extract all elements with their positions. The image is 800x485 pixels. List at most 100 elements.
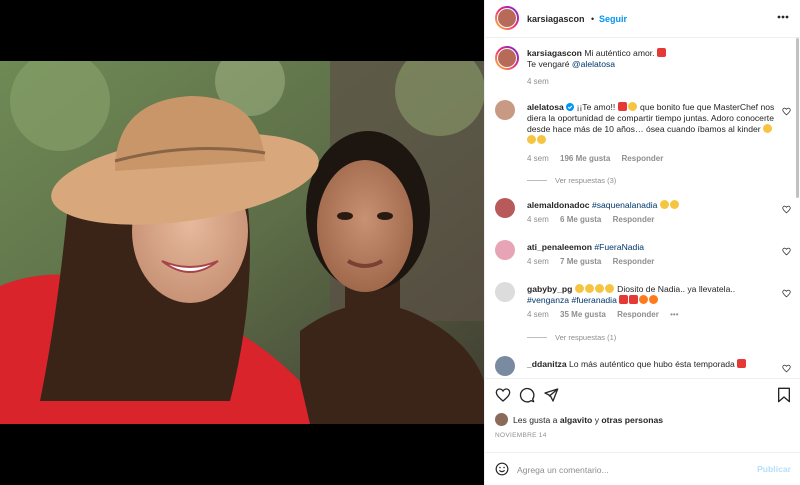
caption-time: 4 sem [527, 77, 549, 86]
comment-item: ati_penaleemon #FueraNadia 4 sem 7 Me gu… [485, 240, 800, 276]
other-likers-link[interactable]: otras personas [601, 415, 663, 425]
comment-text-a: Diosito de Nadia.. ya llevatela.. [617, 284, 736, 294]
comment-text: gabyby_pg Diosito de Nadia.. ya llevatel… [527, 284, 777, 306]
caption: karsiagascon Mi auténtico amor. Te venga… [485, 46, 800, 94]
liker-username[interactable]: algavito [560, 415, 592, 425]
view-replies-link[interactable]: Ver respuestas (1) [527, 333, 616, 342]
separator-dot: • [591, 14, 595, 24]
comment-username[interactable]: gabyby_pg [527, 284, 572, 294]
like-heart-icon[interactable] [495, 387, 511, 403]
comment-meta: 4 sem 6 Me gusta Responder [527, 215, 663, 224]
commenter-avatar[interactable] [495, 198, 515, 218]
comment-time: 4 sem [527, 310, 549, 319]
post-actions-bar [485, 378, 800, 410]
crying-emoji-icon [574, 284, 584, 293]
comment-text: alemaldonadoc #saquenalanadia [527, 200, 777, 211]
comment-like-count[interactable]: 7 Me gusta [560, 257, 601, 266]
comment-username[interactable]: alelatosa [527, 102, 564, 112]
laughing-emoji-icon [537, 135, 546, 144]
comment-username[interactable]: alemaldonadoc [527, 200, 590, 210]
comment-username[interactable]: ati_penaleemon [527, 242, 592, 252]
comment-hashtag[interactable]: #FueraNadia [594, 242, 644, 252]
devil-emoji-icon [619, 295, 629, 304]
verified-badge-icon [566, 103, 575, 111]
fire-emoji-icon [649, 295, 659, 304]
comment-time: 4 sem [527, 154, 549, 163]
post-header: karsiagascon • Seguir [485, 0, 800, 38]
comment-hashtag[interactable]: #fueranadia [571, 295, 616, 305]
commenter-avatar[interactable] [495, 100, 515, 120]
comment-item: _ddanitza Lo más auténtico que hubo ésta… [485, 356, 800, 378]
shocked-emoji-icon [659, 200, 669, 209]
author-username[interactable]: karsiagascon [527, 14, 585, 24]
comments-list[interactable]: karsiagascon Mi auténtico amor. Te venga… [485, 38, 800, 378]
laughing-emoji-icon [763, 124, 773, 133]
comment-text-a: ¡¡Te amo!! [576, 102, 616, 112]
likes-summary: Les gusta a algavito y otras personas [495, 413, 663, 426]
commenter-avatar[interactable] [495, 240, 515, 260]
reply-button[interactable]: Responder [622, 154, 664, 163]
like-comment-heart-icon[interactable] [782, 205, 791, 214]
comment-meta: 4 sem 35 Me gusta Responder ••• [527, 310, 688, 319]
caption-mention[interactable]: @alelatosa [572, 59, 615, 69]
reply-button[interactable]: Responder [613, 215, 655, 224]
likes-joiner: y [594, 414, 599, 425]
devil-emoji-icon [629, 295, 639, 304]
comment-like-count[interactable]: 196 Me gusta [560, 154, 610, 163]
post-detail-panel: karsiagascon • Seguir karsiagascon Mi au… [484, 0, 800, 485]
scrollbar-thumb[interactable] [796, 38, 799, 198]
comment-text-a: Lo más auténtico que hubo ésta temporada [569, 359, 735, 369]
comment-text: alelatosa ¡¡Te amo!! que bonito fue que … [527, 102, 777, 146]
comment-like-count[interactable]: 6 Me gusta [560, 215, 601, 224]
photo-illustration [0, 61, 484, 424]
comment-bubble-icon[interactable] [519, 387, 535, 403]
like-comment-heart-icon[interactable] [782, 364, 791, 373]
fire-emoji-icon [639, 295, 649, 304]
caption-line1: Mi auténtico amor. [584, 48, 655, 58]
comment-text: ati_penaleemon #FueraNadia [527, 242, 777, 253]
emoji-picker-icon[interactable] [495, 462, 509, 476]
heart-emoji-icon [617, 102, 627, 111]
commenter-avatar[interactable] [495, 356, 515, 376]
author-avatar-small[interactable] [495, 46, 519, 70]
comment-hashtag[interactable]: #venganza [527, 295, 569, 305]
more-options-icon[interactable] [777, 15, 789, 19]
crying-emoji-icon [604, 284, 614, 293]
post-media-area [0, 0, 484, 485]
shocked-emoji-icon [669, 200, 679, 209]
like-comment-heart-icon[interactable] [782, 247, 791, 256]
comment-time: 4 sem [527, 215, 549, 224]
add-comment-bar: Publicar [485, 452, 800, 485]
comment-meta: 4 sem 7 Me gusta Responder [527, 257, 663, 266]
comment-username[interactable]: _ddanitza [527, 359, 567, 369]
post-photo[interactable] [0, 61, 484, 424]
crying-emoji-icon [584, 284, 594, 293]
share-send-icon[interactable] [543, 387, 559, 403]
publish-button[interactable]: Publicar [757, 464, 791, 474]
heart-emoji-icon [737, 359, 747, 368]
comment-input[interactable] [517, 462, 747, 478]
comment-hashtag[interactable]: #saquenalanadia [592, 200, 657, 210]
follow-button[interactable]: Seguir [599, 14, 627, 24]
liker-avatar[interactable] [495, 413, 508, 426]
author-avatar[interactable] [495, 6, 519, 30]
comment-item: gabyby_pg Diosito de Nadia.. ya llevatel… [485, 282, 800, 346]
comment-item: alelatosa ¡¡Te amo!! que bonito fue que … [485, 100, 800, 190]
commenter-avatar[interactable] [495, 282, 515, 302]
crying-emoji-icon [594, 284, 604, 293]
view-replies-link[interactable]: Ver respuestas (3) [527, 176, 616, 185]
smiling-emoji-icon [627, 102, 637, 111]
caption-username[interactable]: karsiagascon [527, 48, 582, 58]
save-bookmark-icon[interactable] [777, 387, 791, 403]
reply-button[interactable]: Responder [613, 257, 655, 266]
comment-item: alemaldonadoc #saquenalanadia 4 sem 6 Me… [485, 198, 800, 234]
reply-button[interactable]: Responder [617, 310, 659, 319]
comment-more-icon[interactable]: ••• [670, 310, 678, 319]
like-comment-heart-icon[interactable] [782, 107, 791, 116]
post-date: NOVIEMBRE 14 [495, 432, 547, 439]
caption-text: karsiagascon Mi auténtico amor. Te venga… [527, 48, 777, 70]
like-comment-heart-icon[interactable] [782, 289, 791, 298]
comments-scrollbar[interactable] [795, 38, 800, 378]
comment-text: _ddanitza Lo más auténtico que hubo ésta… [527, 359, 777, 370]
comment-like-count[interactable]: 35 Me gusta [560, 310, 606, 319]
